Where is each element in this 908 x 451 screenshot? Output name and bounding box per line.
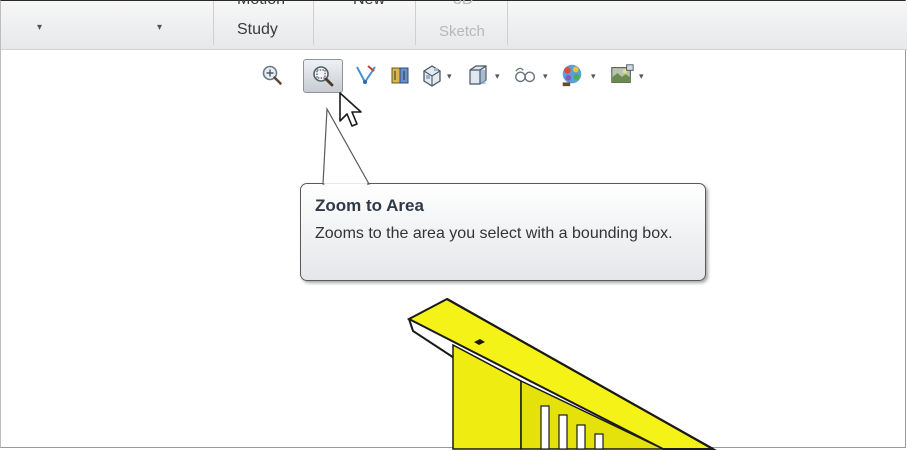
yellow-part-model [406,297,717,450]
graphics-area[interactable]: ▾ ▾ Motion Study New 3D Sketch [0,0,907,450]
